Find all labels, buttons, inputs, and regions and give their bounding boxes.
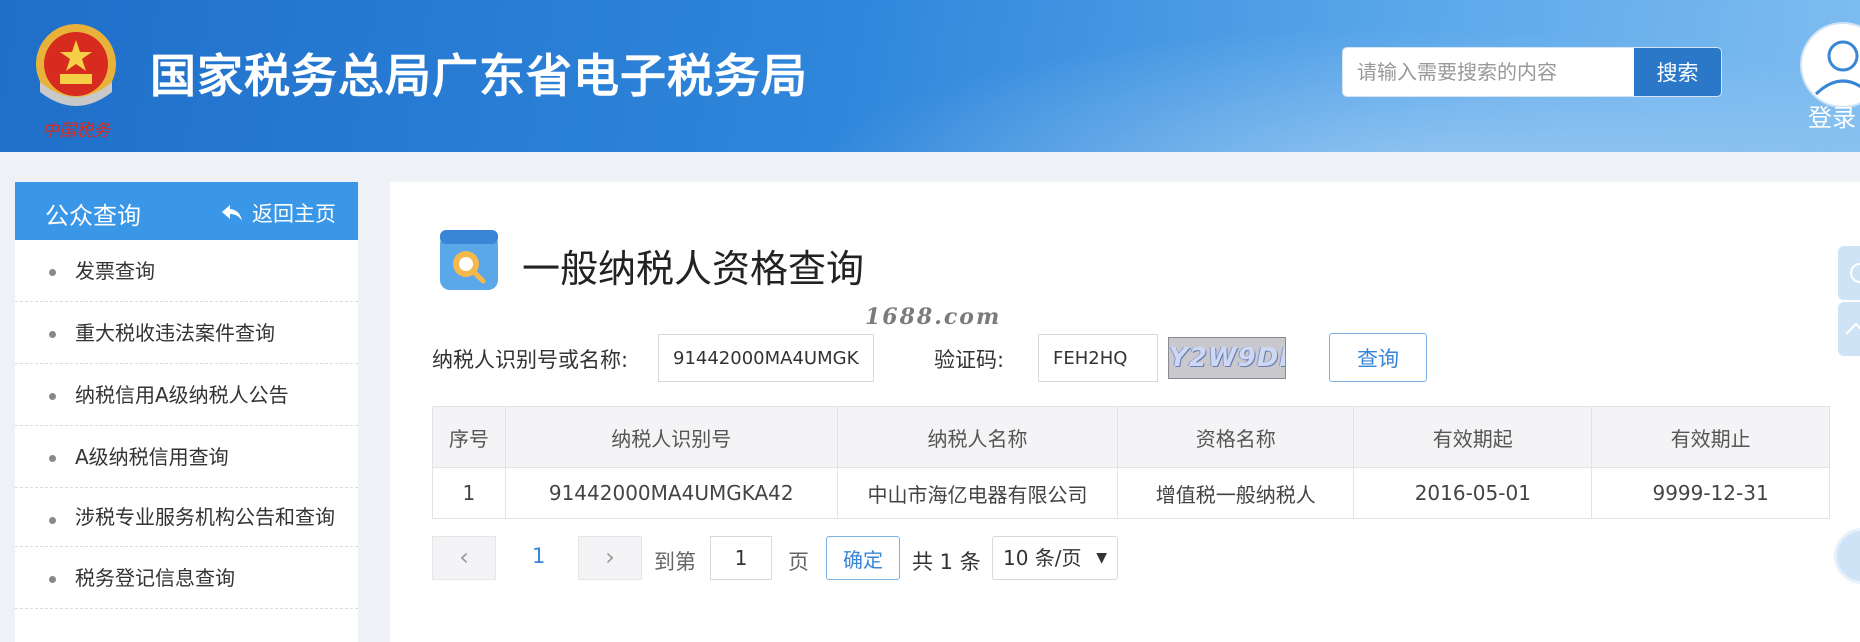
confirm-page-button[interactable]: 确定 <box>826 536 900 580</box>
table-cell: 1 <box>432 467 506 519</box>
captcha-image[interactable]: Y2W9DH <box>1168 337 1286 379</box>
table-cell: 增值税一般纳税人 <box>1117 467 1355 519</box>
sidebar: 公众查询 返回主页 发票查询 重大税收违法案件查询 纳税信用A级纳税人公告 A级… <box>15 182 358 642</box>
sidebar-item-a-credit-notice[interactable]: 纳税信用A级纳税人公告 <box>15 364 358 426</box>
column-header: 纳税人名称 <box>836 406 1119 468</box>
return-arrow-icon <box>222 205 242 221</box>
next-page-button[interactable]: › <box>578 536 642 580</box>
taxpayer-id-input[interactable] <box>658 334 874 382</box>
sidebar-item-registration-query[interactable]: 税务登记信息查询 <box>15 547 358 609</box>
main-panel: 一般纳税人资格查询 1688.com 纳税人识别号或名称: 验证码: Y2W9D… <box>390 182 1860 642</box>
query-button[interactable]: 查询 <box>1329 333 1427 382</box>
table-row: 1 91442000MA4UMGKA42 中山市海亿电器有限公司 增值税一般纳税… <box>432 467 1830 519</box>
column-header: 纳税人识别号 <box>504 406 838 468</box>
chevron-down-icon: ▼ <box>1096 550 1107 566</box>
bullet-icon <box>49 269 56 276</box>
search-document-icon <box>440 230 498 290</box>
sidebar-header: 公众查询 返回主页 <box>15 182 358 240</box>
taxpayer-id-label: 纳税人识别号或名称: <box>432 348 629 372</box>
goto-label: 到第 <box>654 550 696 574</box>
sidebar-item-label: 重大税收违法案件查询 <box>75 321 275 345</box>
watermark-text: 1688.com <box>865 304 1002 330</box>
table-cell: 中山市海亿电器有限公司 <box>836 467 1119 519</box>
result-table: 序号 纳税人识别号 纳税人名称 资格名称 有效期起 有效期止 1 9144200… <box>432 406 1830 519</box>
captcha-label: 验证码: <box>934 348 1005 372</box>
sidebar-item-invoice-query[interactable]: 发票查询 <box>15 240 358 302</box>
site-header: 中国税务 国家税务总局广东省电子税务局 搜索 登录 <box>0 0 1860 152</box>
captcha-input[interactable] <box>1038 334 1158 382</box>
sidebar-item-a-credit-query[interactable]: A级纳税信用查询 <box>15 426 358 488</box>
prev-page-button[interactable]: ‹ <box>432 536 496 580</box>
table-cell: 2016-05-01 <box>1353 467 1593 519</box>
bullet-icon <box>49 576 56 583</box>
login-button[interactable]: 登录 <box>1796 22 1860 132</box>
goto-page-input[interactable] <box>710 536 772 580</box>
total-count: 共 1 条 <box>912 550 981 574</box>
site-title: 国家税务总局广东省电子税务局 <box>150 49 808 103</box>
tax-emblem-icon: 中国税务 <box>36 24 116 141</box>
current-page-number[interactable]: 1 <box>532 544 545 568</box>
back-to-top-button[interactable] <box>1838 302 1860 356</box>
sidebar-menu: 发票查询 重大税收违法案件查询 纳税信用A级纳税人公告 A级纳税信用查询 涉税专… <box>15 240 358 609</box>
column-header: 序号 <box>432 406 506 468</box>
page-title: 一般纳税人资格查询 <box>522 247 865 291</box>
sidebar-item-label: 纳税信用A级纳税人公告 <box>75 383 289 407</box>
sidebar-title: 公众查询 <box>45 202 141 230</box>
search-button[interactable]: 搜索 <box>1633 48 1721 96</box>
page-size-value: 10 条/页 <box>1003 546 1082 570</box>
bullet-icon <box>49 517 56 524</box>
page-unit-label: 页 <box>788 550 809 574</box>
back-home-label: 返回主页 <box>252 202 336 226</box>
column-header: 有效期止 <box>1591 406 1830 468</box>
sidebar-item-label: 发票查询 <box>75 259 155 283</box>
chevron-up-icon <box>1845 322 1860 335</box>
login-label: 登录 <box>1808 104 1856 132</box>
chat-icon <box>1850 263 1860 283</box>
column-header: 资格名称 <box>1117 406 1355 468</box>
sidebar-item-tax-violation-query[interactable]: 重大税收违法案件查询 <box>15 302 358 364</box>
table-header-row: 序号 纳税人识别号 纳税人名称 资格名称 有效期起 有效期止 <box>432 406 1830 468</box>
svg-text:中国税务: 中国税务 <box>42 121 112 141</box>
user-avatar-icon <box>1800 22 1860 108</box>
search-box: 搜索 <box>1342 47 1722 97</box>
table-cell: 91442000MA4UMGKA42 <box>504 467 838 519</box>
bullet-icon <box>49 393 56 400</box>
sidebar-item-label: 涉税专业服务机构公告和查询 <box>75 505 335 529</box>
back-home-link[interactable]: 返回主页 <box>220 198 336 228</box>
bullet-icon <box>49 455 56 462</box>
column-header: 有效期起 <box>1353 406 1593 468</box>
page-size-select[interactable]: 10 条/页 ▼ <box>992 536 1118 580</box>
table-cell: 9999-12-31 <box>1591 467 1830 519</box>
chat-float-button[interactable] <box>1838 246 1860 300</box>
sidebar-item-service-agency[interactable]: 涉税专业服务机构公告和查询 <box>15 488 358 547</box>
search-input[interactable] <box>1343 48 1633 96</box>
sidebar-item-label: A级纳税信用查询 <box>75 445 229 469</box>
sidebar-item-label: 税务登记信息查询 <box>75 566 235 590</box>
bullet-icon <box>49 331 56 338</box>
